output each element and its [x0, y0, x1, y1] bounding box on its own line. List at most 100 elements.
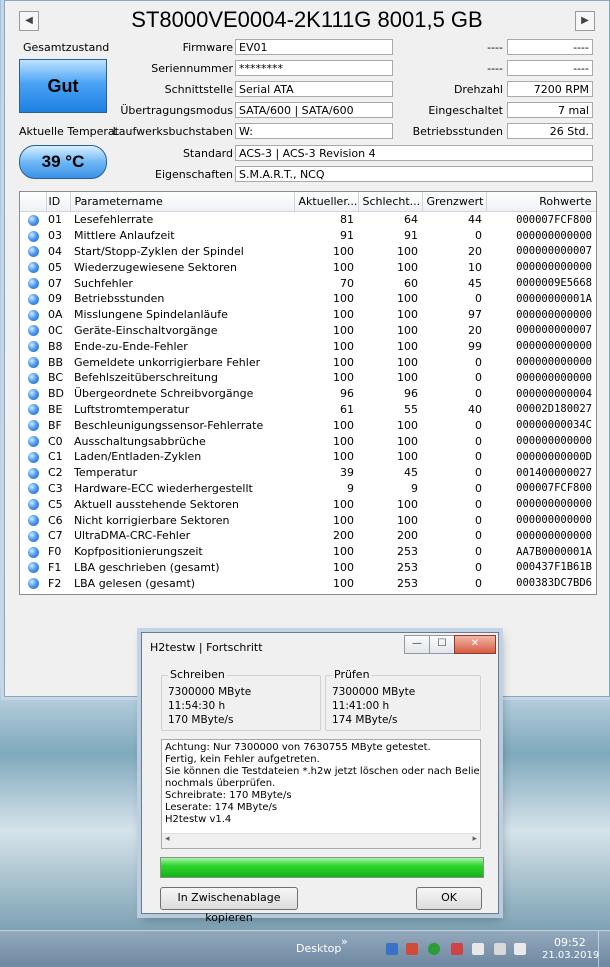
firmware-field: EV01: [235, 39, 393, 55]
status-dot-icon: [28, 499, 39, 511]
table-row[interactable]: 0C Geräte-Einschaltvorgänge 100 100 20 000000…: [20, 323, 596, 339]
table-row[interactable]: BD Übergeordnete Schreibvorgänge 96 96 0 0000…: [20, 386, 596, 402]
table-row[interactable]: C7 UltraDMA-CRC-Fehler 200 200 0 000000000000: [20, 528, 596, 544]
current-value: 61: [340, 402, 354, 416]
status-column-header[interactable]: [20, 192, 47, 212]
table-row[interactable]: 07 Suchfehler 70 60 45 0000009E5668: [20, 275, 596, 291]
worst-value: 100: [397, 371, 418, 385]
horizontal-scrollbar[interactable]: ◂ ▸: [162, 833, 480, 848]
worst-column-header[interactable]: Schlecht...: [358, 192, 423, 212]
current-value: 100: [333, 292, 354, 306]
table-row[interactable]: C5 Aktuell ausstehende Sektoren 100 100 0 000…: [20, 496, 596, 512]
raw-value: 0000009E5668: [516, 277, 592, 290]
ok-button[interactable]: OK: [416, 887, 482, 910]
desktop-toolbar-label[interactable]: Desktop: [296, 942, 341, 955]
scroll-right-icon[interactable]: ▸: [472, 834, 477, 844]
temperature-value: 39 °C: [19, 145, 107, 179]
previous-disk-button[interactable]: ◀: [19, 11, 39, 31]
maximize-button[interactable]: ☐: [429, 635, 455, 654]
minimize-button[interactable]: —: [404, 635, 430, 654]
result-log-textbox[interactable]: Achtung: Nur 7300000 von 7630755 MByte g…: [161, 739, 481, 849]
status-cell: [20, 402, 46, 418]
table-row[interactable]: BB Gemeldete unkorrigierbare Fehler 100 100…: [20, 354, 596, 370]
current-value: 100: [333, 497, 354, 511]
table-row[interactable]: 0A Misslungene Spindelanläufe 100 100 97 0000…: [20, 307, 596, 323]
show-desktop-button[interactable]: [598, 931, 610, 967]
status-dot-icon: [28, 404, 39, 416]
table-row[interactable]: C1 Laden/Entladen-Zyklen 100 100 0 0000000000…: [20, 449, 596, 465]
scroll-left-icon[interactable]: ◂: [165, 834, 170, 844]
progress-bar: [160, 857, 484, 878]
tray-security-icon[interactable]: [428, 943, 440, 955]
current-value: 70: [340, 276, 354, 290]
current-column-header[interactable]: Aktueller...: [294, 192, 359, 212]
status-dot-icon: [28, 420, 39, 432]
table-row[interactable]: BF Beschleunigungssensor-Fehlerrate 100 100…: [20, 417, 596, 433]
worst-value: 64: [404, 213, 418, 227]
threshold-value: 0: [475, 560, 482, 574]
table-row[interactable]: F0 Kopfpositionierungszeit 100 253 0 AA7B0000…: [20, 544, 596, 560]
attribute-id: F0: [48, 545, 62, 559]
status-dot-icon: [28, 388, 39, 400]
current-value: 100: [333, 545, 354, 559]
table-row[interactable]: BE Luftstromtemperatur 61 55 40 00002D180027: [20, 402, 596, 418]
raw-value: 00000000000D: [516, 450, 592, 463]
current-value: 100: [333, 513, 354, 527]
attribute-name: Ende-zu-Ende-Fehler: [74, 339, 188, 353]
log-line: H2testw v1.4: [165, 814, 232, 825]
table-row[interactable]: BC Befehlszeitüberschreitung 100 100 0 000000…: [20, 370, 596, 386]
tray-volume-icon[interactable]: [514, 943, 526, 955]
table-row[interactable]: C6 Nicht korrigierbare Sektoren 100 100 0 000…: [20, 512, 596, 528]
id-column-header[interactable]: ID: [46, 192, 71, 212]
threshold-value: 0: [475, 529, 482, 543]
copy-to-clipboard-button[interactable]: In Zwischenablage kopieren: [160, 887, 298, 924]
table-row[interactable]: F2 LBA gelesen (gesamt) 100 253 0 000383DC7BD…: [20, 575, 596, 591]
table-row[interactable]: 05 Wiederzugewiesene Sektoren 100 100 10 0000…: [20, 259, 596, 275]
health-status-button[interactable]: Gut: [19, 59, 107, 113]
next-disk-button[interactable]: ▶: [575, 11, 595, 31]
attribute-id: C7: [48, 529, 63, 543]
current-value: 200: [333, 529, 354, 543]
table-row[interactable]: 01 Lesefehlerrate 81 64 44 000007FCF800: [20, 212, 596, 228]
tray-flag-icon[interactable]: [472, 943, 484, 955]
status-dot-icon: [28, 372, 39, 384]
smart-attributes-table[interactable]: ID Parametername Aktueller... Schlecht..…: [19, 191, 597, 595]
table-row[interactable]: 03 Mittlere Anlaufzeit 91 91 0 000000000000: [20, 228, 596, 244]
attribute-name: Laden/Entladen-Zyklen: [74, 450, 202, 464]
attribute-name: LBA geschrieben (gesamt): [74, 560, 220, 574]
table-row[interactable]: F1 LBA geschrieben (gesamt) 100 253 0 000437F…: [20, 560, 596, 576]
table-row[interactable]: 09 Betriebsstunden 100 100 0 00000000001A: [20, 291, 596, 307]
status-cell: [20, 259, 46, 275]
tray-utility-icon[interactable]: [451, 943, 463, 955]
toolbar-chevron-icon[interactable]: »: [341, 935, 348, 948]
rotation-rate-field: 7200 RPM: [507, 81, 593, 97]
threshold-column-header[interactable]: Grenzwert: [422, 192, 487, 212]
raw-values-column-header[interactable]: Rohwerte: [486, 192, 596, 212]
threshold-value: 0: [475, 450, 482, 464]
table-row[interactable]: B8 Ende-zu-Ende-Fehler 100 100 99 00000000000…: [20, 338, 596, 354]
tray-app-icon[interactable]: [406, 943, 418, 955]
attribute-name: Beschleunigungssensor-Fehlerrate: [74, 418, 264, 432]
tray-device-icon[interactable]: [494, 943, 506, 955]
table-row[interactable]: C0 Ausschaltungsabbrüche 100 100 0 0000000000…: [20, 433, 596, 449]
table-row[interactable]: 04 Start/Stopp-Zyklen der Spindel 100 100 20…: [20, 244, 596, 260]
clock-date[interactable]: 21.03.2019: [542, 950, 599, 961]
close-button[interactable]: ✕: [454, 635, 496, 654]
table-row[interactable]: C3 Hardware-ECC wiederhergestellt 9 9 0 00000…: [20, 481, 596, 497]
attribute-id: 07: [48, 276, 62, 290]
right-info-field-2: ----: [507, 60, 593, 76]
taskbar: Desktop » 09:52 21.03.2019: [0, 930, 610, 967]
log-line: Sie können die Testdateien *.h2w jetzt l…: [165, 766, 481, 777]
attribute-name: Befehlszeitüberschreitung: [74, 371, 218, 385]
current-value: 100: [333, 560, 354, 574]
status-dot-icon: [28, 451, 39, 463]
status-dot-icon: [28, 530, 39, 542]
worst-value: 100: [397, 244, 418, 258]
raw-value: 000000000007: [516, 245, 592, 258]
tray-network-icon[interactable]: [386, 943, 398, 955]
current-value: 100: [333, 355, 354, 369]
progress-bar-fill: [161, 858, 483, 877]
clock-time[interactable]: 09:52: [554, 936, 586, 949]
attribute-name-column-header[interactable]: Parametername: [70, 192, 295, 212]
table-row[interactable]: C2 Temperatur 39 45 0 001400000027: [20, 465, 596, 481]
